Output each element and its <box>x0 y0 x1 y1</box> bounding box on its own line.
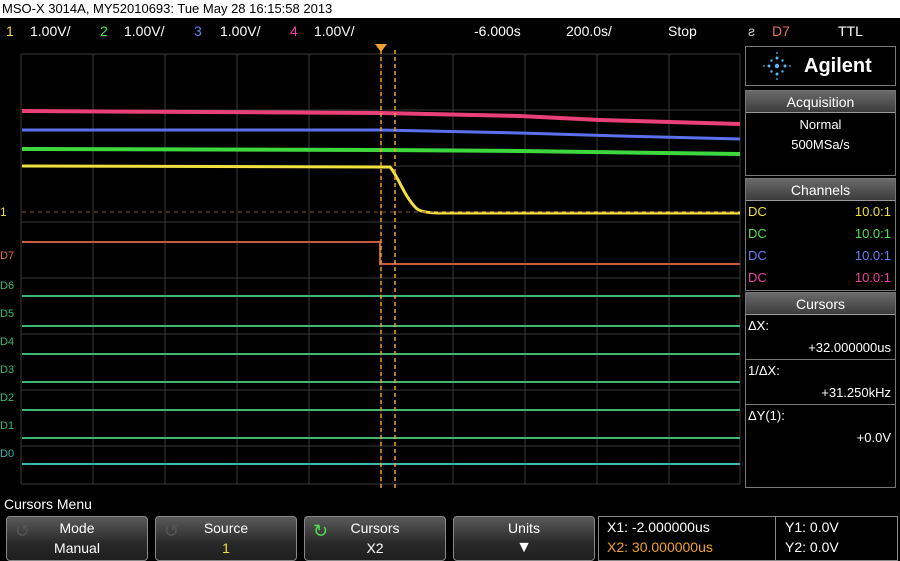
side-panel: Agilent Acquisition Normal 500MSa/s Chan… <box>741 44 900 492</box>
trigger-edge-icon: ƨ <box>748 23 755 39</box>
brand-name: Agilent <box>804 55 872 77</box>
ch1-number[interactable]: 1 <box>6 18 14 44</box>
units-softkey-title: Units <box>508 520 540 536</box>
softkey-bar: ↺ Mode Manual ↺ Source 1 ↻ Cursors X2 Un… <box>0 516 900 561</box>
acquisition-panel: Acquisition Normal 500MSa/s <box>745 90 896 176</box>
acquisition-rate: 500MSa/s <box>791 137 850 152</box>
cursor-x1-readout: X1: -2.000000us <box>607 519 710 535</box>
channel2-coupling: DC <box>748 226 767 241</box>
ch2-number[interactable]: 2 <box>100 18 108 44</box>
cursors-softkey[interactable]: ↻ Cursors X2 <box>304 516 446 561</box>
ch2-scale[interactable]: 1.00V/ <box>124 18 164 44</box>
waveform-graticule: 1 <box>0 44 741 490</box>
entry-knob-icon: ↻ <box>313 521 329 541</box>
menu-title: Cursors Menu <box>0 492 900 516</box>
inverse-delta-x-value: +31.250kHz <box>821 385 891 400</box>
submenu-arrow-icon: ▼ <box>516 539 532 556</box>
softkey-knob-icon: ↺ <box>15 521 31 541</box>
channel4-probe: 10.0:1 <box>854 270 891 285</box>
agilent-logo: Agilent <box>745 46 896 86</box>
channel2-probe: 10.0:1 <box>854 226 891 241</box>
digital-label-d4[interactable]: D4 <box>0 336 14 348</box>
delta-y-label: ΔY(1): <box>748 408 785 423</box>
readout-divider <box>775 517 776 560</box>
acquisition-mode: Normal <box>799 117 842 132</box>
ch4-scale[interactable]: 1.00V/ <box>314 18 354 44</box>
digital-label-d5[interactable]: D5 <box>0 308 14 320</box>
channel4-coupling: DC <box>748 270 767 285</box>
digital-label-d0[interactable]: D0 <box>0 448 14 460</box>
trigger-level[interactable]: TTL <box>838 18 863 44</box>
channel1-row: DC 10.0:1 <box>746 201 895 223</box>
cursor-y2-readout: Y2: 0.0V <box>785 539 839 555</box>
channel3-row: DC 10.0:1 <box>746 245 895 267</box>
digital-label-d7[interactable]: D7 <box>0 250 14 262</box>
digital-label-d1[interactable]: D1 <box>0 420 14 432</box>
waveform-display[interactable]: 1 D7 D6 D5 D4 D3 D2 D1 D0 <box>0 44 741 492</box>
channel3-probe: 10.0:1 <box>854 248 891 263</box>
channels-panel: Channels DC 10.0:1 DC 10.0:1 DC 10.0:1 D… <box>745 178 896 291</box>
ch1-scale[interactable]: 1.00V/ <box>30 18 70 44</box>
cursors-title: Cursors <box>746 293 895 315</box>
ch3-number[interactable]: 3 <box>194 18 202 44</box>
channel1-coupling: DC <box>748 204 767 219</box>
trigger-source[interactable]: D7 <box>772 18 790 44</box>
delta-x-value: +32.000000us <box>808 340 891 355</box>
source-softkey[interactable]: ↺ Source 1 <box>155 516 297 561</box>
ch3-scale[interactable]: 1.00V/ <box>220 18 260 44</box>
digital-label-d2[interactable]: D2 <box>0 392 14 404</box>
status-bar: 1 1.00V/ 2 1.00V/ 3 1.00V/ 4 1.00V/ -6.0… <box>0 18 900 44</box>
mode-softkey[interactable]: ↺ Mode Manual <box>6 516 148 561</box>
cursor-x2-readout: X2: 30.000000us <box>607 539 713 555</box>
channels-title: Channels <box>746 179 895 201</box>
channel1-probe: 10.0:1 <box>854 204 891 219</box>
digital-label-d3[interactable]: D3 <box>0 364 14 376</box>
cursors-panel: Cursors ΔX: +32.000000us 1/ΔX: +31.250kH… <box>745 292 896 488</box>
run-state[interactable]: Stop <box>668 18 697 44</box>
delta-y-value: +0.0V <box>856 430 891 445</box>
delta-x-label: ΔX: <box>748 318 769 333</box>
horizontal-delay[interactable]: -6.000s <box>474 18 521 44</box>
cursor-y1-readout: Y1: 0.0V <box>785 519 839 535</box>
channel4-row: DC 10.0:1 <box>746 267 895 289</box>
acquisition-title: Acquisition <box>746 91 895 113</box>
softkey-knob-icon: ↺ <box>164 521 180 541</box>
inverse-delta-x-label: 1/ΔX: <box>748 363 780 378</box>
agilent-spark-icon <box>763 52 791 80</box>
channel2-row: DC 10.0:1 <box>746 223 895 245</box>
units-softkey[interactable]: Units ▼ <box>453 516 595 561</box>
ch4-number[interactable]: 4 <box>290 18 298 44</box>
cursor-readout: X1: -2.000000us X2: 30.000000us Y1: 0.0V… <box>598 516 898 561</box>
window-title: MSO-X 3014A, MY52010693: Tue May 28 16:1… <box>0 0 900 18</box>
ch1-ground-marker: 1 <box>0 205 7 219</box>
timebase-scale[interactable]: 200.0s/ <box>566 18 612 44</box>
digital-label-d6[interactable]: D6 <box>0 280 14 292</box>
channel3-coupling: DC <box>748 248 767 263</box>
